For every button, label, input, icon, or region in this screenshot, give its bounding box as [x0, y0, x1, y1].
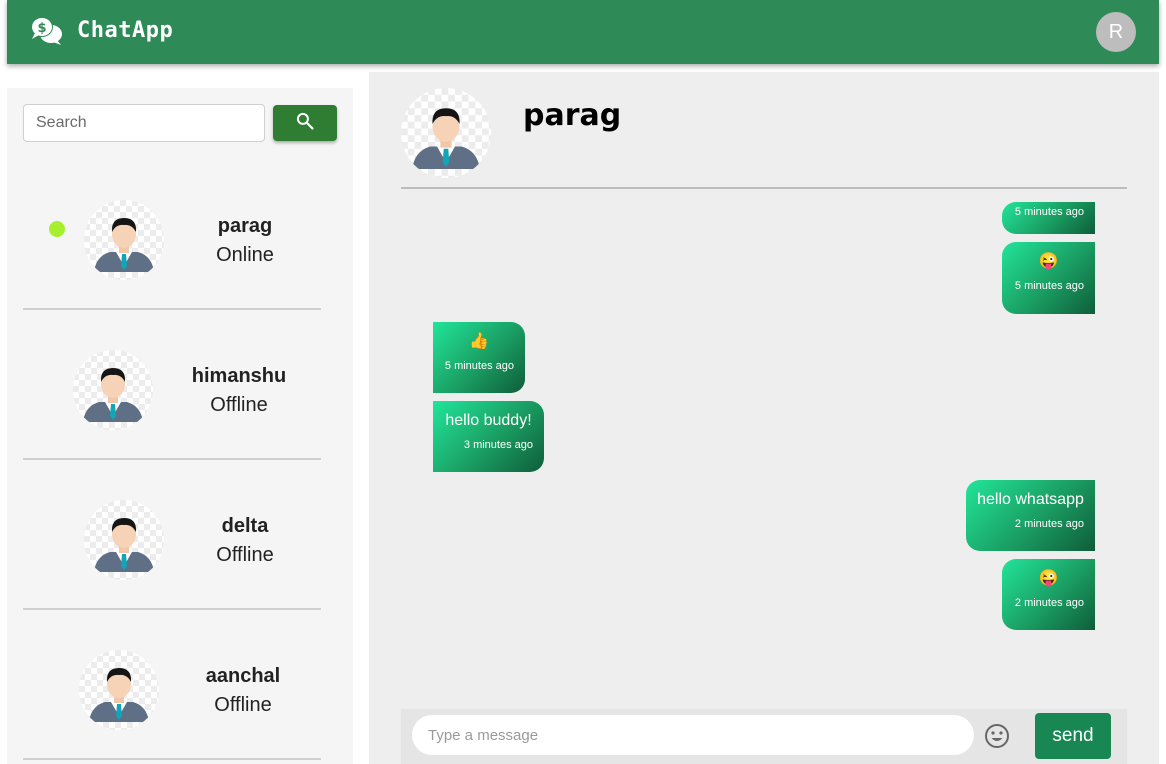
message-bubble-outgoing: 😜 2 minutes ago: [1002, 559, 1095, 630]
message-time: 2 minutes ago: [1014, 597, 1084, 609]
search-button[interactable]: [273, 105, 337, 141]
message-input[interactable]: [412, 715, 974, 755]
message-bubble-outgoing: hello whatsapp 2 minutes ago: [966, 480, 1095, 551]
message-list: 5 minutes ago 😜 5 minutes ago 👍 5 minute…: [401, 202, 1127, 702]
smiley-icon[interactable]: [984, 723, 1010, 749]
message-time: 5 minutes ago: [444, 360, 514, 372]
message-time: 2 minutes ago: [1014, 518, 1084, 530]
chat-contact-name: parag: [523, 98, 622, 133]
contact-item-parag[interactable]: parag Online: [23, 160, 321, 310]
message-text: 😜: [1038, 253, 1059, 270]
message-text: hello buddy!: [445, 412, 532, 429]
avatar: [73, 350, 153, 430]
message-bubble-incoming: hello buddy! 3 minutes ago: [433, 401, 544, 472]
avatar: [84, 500, 164, 580]
send-button[interactable]: send: [1035, 713, 1111, 759]
user-avatar[interactable]: R: [1096, 12, 1136, 52]
chat-header-divider: [401, 187, 1127, 189]
contact-item-aanchal[interactable]: aanchal Offline: [23, 610, 321, 760]
message-time: 5 minutes ago: [1014, 280, 1084, 292]
contact-name: aanchal: [205, 665, 281, 687]
message-bubble-outgoing: 😜 5 minutes ago: [1002, 242, 1095, 314]
contacts-sidebar: parag Online himanshu Offline delta Offl…: [7, 88, 353, 764]
app-title: ChatApp: [77, 18, 174, 43]
contact-status: Offline: [210, 394, 268, 416]
search-icon: [295, 111, 315, 135]
message-bubble-outgoing: 5 minutes ago: [1002, 202, 1095, 234]
online-status-dot: [49, 221, 65, 237]
message-time: 5 minutes ago: [1014, 206, 1084, 218]
message-composer: send: [401, 709, 1127, 764]
message-text: 👍: [469, 333, 489, 350]
search-input[interactable]: [23, 104, 265, 142]
contact-status: Offline: [216, 544, 274, 566]
contact-name: parag: [217, 215, 273, 237]
contact-status: Online: [216, 244, 274, 266]
avatar: [84, 200, 164, 280]
avatar: [79, 650, 159, 730]
message-time: 3 minutes ago: [463, 439, 533, 451]
contact-status: Offline: [214, 694, 272, 716]
app-bar: $ ChatApp R: [7, 0, 1159, 64]
chat-contact-avatar: [401, 88, 491, 178]
contact-name: himanshu: [191, 365, 287, 387]
svg-text:$: $: [37, 21, 46, 36]
divider: [23, 758, 321, 760]
chat-panel: parag 5 minutes ago 😜 5 minutes ago 👍 5 …: [369, 72, 1159, 764]
contact-name: delta: [221, 515, 269, 537]
message-bubble-incoming: 👍 5 minutes ago: [433, 322, 525, 393]
contact-item-delta[interactable]: delta Offline: [23, 460, 321, 610]
chat-bubbles-dollar-icon: $: [29, 16, 63, 46]
message-text: hello whatsapp: [977, 491, 1084, 508]
message-text: 😜: [1038, 570, 1059, 587]
contact-item-himanshu[interactable]: himanshu Offline: [23, 310, 321, 460]
